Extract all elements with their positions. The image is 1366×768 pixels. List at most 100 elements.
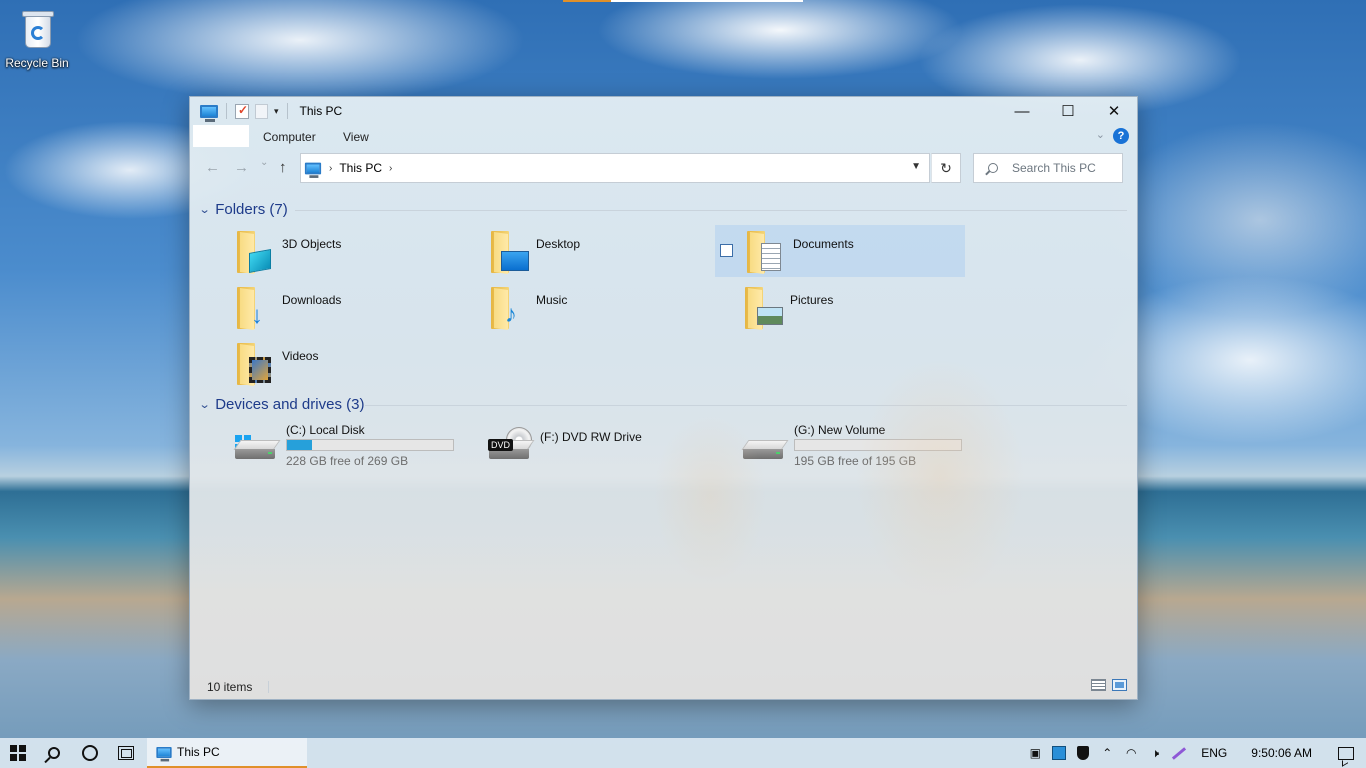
breadcrumb-separator[interactable]: › [329, 163, 332, 174]
folder-tile-3d-objects[interactable]: 3D Objects [212, 225, 462, 277]
drive-label: (G:) New Volume [794, 423, 886, 437]
breadcrumb-this-pc[interactable]: This PC [339, 161, 382, 175]
hard-drive-icon [741, 440, 789, 462]
collapse-chevron-icon: ⌄ [198, 399, 211, 411]
music-folder-icon: ♪ [491, 287, 527, 330]
wifi-icon[interactable]: ◠ [1119, 738, 1143, 768]
folder-label: Music [536, 293, 568, 307]
window-title: This PC [299, 104, 343, 118]
start-button[interactable] [0, 738, 36, 768]
help-button[interactable]: ? [1113, 128, 1129, 144]
system-tray: ▣ ⌃ ◠ 🕨 ENG 9:50:06 AM [1023, 738, 1366, 768]
group-divider [365, 405, 1127, 406]
top-edge-indicator [563, 0, 803, 2]
tab-computer[interactable]: Computer [263, 130, 316, 144]
address-bar[interactable]: › This PC › ▼ [300, 153, 930, 183]
drive-tile-f[interactable]: DVD (F:) DVD RW Drive [470, 421, 720, 477]
drive-usage-bar [794, 439, 962, 451]
task-view-icon [118, 746, 134, 760]
forward-button[interactable]: → [234, 159, 249, 176]
drive-tile-g[interactable]: (G:) New Volume 195 GB free of 195 GB [724, 421, 974, 477]
folder-tile-music[interactable]: ♪ Music [466, 281, 716, 333]
search-icon [988, 163, 998, 173]
maximize-button[interactable]: ☐ [1045, 97, 1091, 125]
task-view-button[interactable] [108, 738, 144, 768]
new-folder-icon[interactable] [255, 103, 268, 119]
action-center-button[interactable] [1326, 738, 1366, 768]
folders-group-header[interactable]: ⌄ Folders (7) [198, 201, 288, 218]
tab-view[interactable]: View [343, 130, 369, 144]
title-bar[interactable]: ▾ This PC — ☐ ✕ [190, 97, 1137, 125]
folder-tile-downloads[interactable]: ↓ Downloads [212, 281, 462, 333]
show-hidden-icons-icon[interactable]: ⌃ [1095, 738, 1119, 768]
drive-free-space: 228 GB free of 269 GB [286, 454, 409, 468]
security-shield-icon[interactable] [1071, 738, 1095, 768]
details-view-button[interactable] [1091, 679, 1106, 691]
file-explorer-window: ▾ This PC — ☐ ✕ Computer View ⌄ ? ← → ⌄ … [189, 96, 1138, 700]
status-separator [268, 681, 270, 693]
taskbar-app-this-pc[interactable]: This PC [147, 738, 307, 768]
recent-locations-button[interactable]: ⌄ [260, 157, 268, 168]
system-drive-icon [233, 440, 281, 462]
file-tab[interactable] [193, 125, 249, 147]
navigation-bar: ← → ⌄ ↑ › This PC › ▼ ↻ Search This PC [190, 153, 1137, 183]
taskbar-app-label: This PC [177, 745, 220, 759]
minimize-button[interactable]: — [999, 97, 1045, 125]
dvd-badge: DVD [488, 439, 514, 451]
folder-tile-documents[interactable]: Documents [715, 225, 965, 277]
breadcrumb-separator[interactable]: › [389, 163, 392, 174]
up-button[interactable]: ↑ [279, 159, 287, 176]
search-placeholder: Search This PC [1012, 161, 1096, 175]
search-button[interactable] [36, 738, 72, 768]
search-input[interactable]: Search This PC [973, 153, 1123, 183]
drive-usage-fill [287, 440, 313, 450]
properties-icon[interactable] [235, 103, 249, 119]
desktop-icon-label: Recycle Bin [5, 56, 69, 70]
taskbar: This PC ▣ ⌃ ◠ 🕨 ENG 9:50:06 AM [0, 738, 1366, 768]
folder-label: Documents [793, 237, 854, 251]
back-button[interactable]: ← [205, 159, 220, 176]
status-bar: 10 items [207, 680, 270, 694]
cortana-icon [82, 745, 98, 761]
customize-qat-icon[interactable]: ▾ [274, 106, 279, 117]
meet-now-icon[interactable]: ▣ [1023, 738, 1047, 768]
windows-logo-icon [10, 745, 26, 761]
search-icon [48, 747, 60, 759]
3d-objects-folder-icon [237, 231, 273, 274]
this-pc-icon [304, 162, 322, 178]
tiles-view-button[interactable] [1112, 679, 1127, 691]
folder-label: Pictures [790, 293, 834, 307]
cortana-button[interactable] [72, 738, 108, 768]
expand-ribbon-chevron-icon[interactable]: ⌄ [1096, 128, 1105, 141]
drive-usage-bar [286, 439, 454, 451]
this-pc-icon[interactable] [200, 104, 218, 122]
address-history-chevron-icon[interactable]: ▼ [911, 161, 921, 172]
folder-label: Downloads [282, 293, 342, 307]
group-divider [295, 210, 1127, 211]
folder-label: 3D Objects [282, 237, 342, 251]
drive-tile-c[interactable]: (C:) Local Disk 228 GB free of 269 GB [216, 421, 466, 477]
drives-group-title: Devices and drives (3) [215, 396, 365, 413]
drive-label: (F:) DVD RW Drive [540, 430, 642, 444]
folder-tile-desktop[interactable]: Desktop [466, 225, 716, 277]
refresh-button[interactable]: ↻ [931, 153, 961, 183]
network-adapter-icon[interactable] [1047, 738, 1071, 768]
clock[interactable]: 9:50:06 AM [1237, 746, 1326, 760]
quick-access-toolbar: ▾ This PC [190, 97, 342, 125]
notifications-icon [1338, 746, 1354, 760]
qat-separator [286, 103, 288, 119]
pen-icon[interactable] [1167, 738, 1191, 768]
item-count: 10 items [207, 680, 253, 694]
close-button[interactable]: ✕ [1091, 97, 1137, 125]
folder-tile-videos[interactable]: Videos [212, 337, 462, 389]
this-pc-icon [156, 746, 172, 761]
drives-group-header[interactable]: ⌄ Devices and drives (3) [198, 396, 365, 413]
desktop-icon-recycle-bin[interactable]: Recycle Bin [4, 6, 70, 70]
folder-tile-pictures[interactable]: Pictures [720, 281, 970, 333]
collapse-chevron-icon: ⌄ [198, 204, 211, 216]
downloads-folder-icon: ↓ [237, 287, 273, 330]
input-language[interactable]: ENG [1191, 746, 1237, 760]
volume-muted-icon[interactable]: 🕨 [1143, 738, 1167, 768]
selection-checkbox[interactable] [720, 244, 733, 257]
caption-buttons: — ☐ ✕ [999, 97, 1137, 125]
